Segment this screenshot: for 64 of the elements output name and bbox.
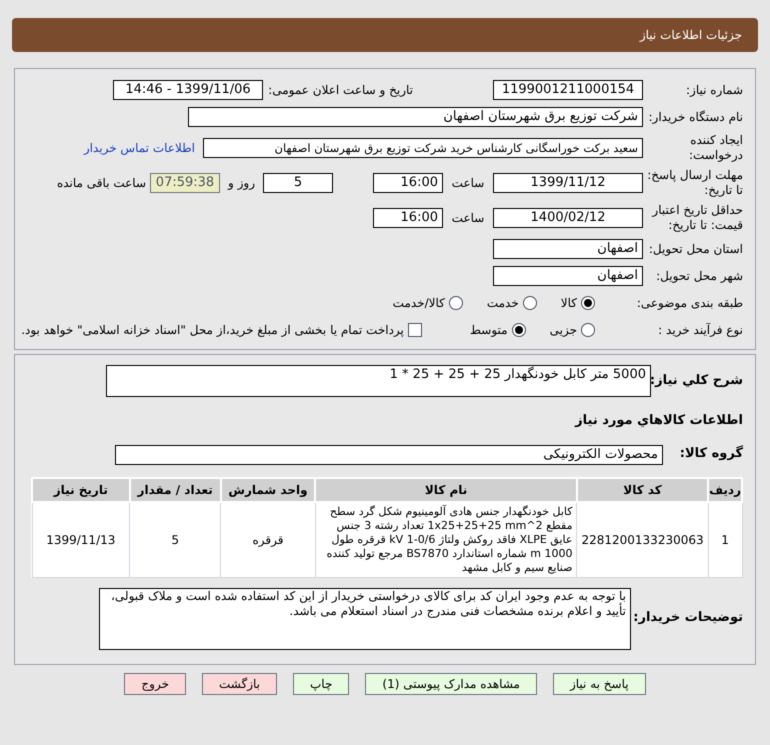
time-label: ساعت [450, 210, 486, 227]
value-field: اصفهان [493, 266, 643, 286]
value-field: 1399/11/12 [493, 173, 643, 193]
section-heading: اطلاعات کالاهاي مورد نياز [574, 412, 743, 430]
column-header: نام کالا [315, 478, 577, 502]
table-cell: 5 [130, 502, 221, 577]
radio-button[interactable] [448, 296, 463, 310]
column-header: واحد شمارش [220, 478, 316, 502]
column-header: ردیف [708, 478, 742, 502]
field-label: استان محل تحویل: [648, 242, 743, 256]
page-title: جزئیات اطلاعات نیاز [640, 27, 742, 44]
value-field: 16:00 [373, 173, 443, 193]
radio-label: جزیی [550, 322, 577, 339]
field-label: شهر محل تحویل: [655, 268, 743, 284]
radio-button[interactable] [581, 296, 595, 310]
days-label: روز و [226, 175, 256, 192]
table-cell: 2281200133230063 [576, 502, 708, 577]
checkbox-label: پرداخت تمام یا بخشی از مبلغ خرید،از محل "اسناد خزانه اسلامی" خواهد بود. [21, 322, 404, 339]
field-label: ایجاد کننده درخواست: [688, 133, 743, 163]
checkbox[interactable] [408, 323, 422, 337]
field-label: نام دستگاه خریدار: [648, 110, 743, 124]
radio-button[interactable] [581, 323, 595, 337]
value-field: شرکت توزیع برق شهرستان اصفهان [188, 107, 643, 127]
value-field: 1399/11/06 - 14:46 [113, 80, 263, 100]
value-field: 5 [263, 173, 333, 193]
column-header: تاریخ نیاز [32, 478, 130, 502]
action-button[interactable]: پاسخ به نیاز [552, 672, 646, 694]
radio-label: کالا [560, 295, 577, 312]
field-label: نوع فرآیند خرید : [657, 322, 743, 338]
field-label: شماره نیاز: [685, 82, 743, 98]
action-button[interactable]: بازگشت [202, 672, 277, 694]
table-cell: 1 [708, 502, 742, 577]
value-field: اصفهان [493, 239, 643, 259]
column-header: کد کالا [576, 478, 708, 502]
field-label: مهلت ارسال پاسخ: تا تاریخ: [646, 168, 743, 198]
radio-label: خدمت [486, 295, 519, 312]
action-button[interactable]: چاپ [293, 672, 350, 694]
field-label: توضیحات خریدار: [632, 610, 743, 627]
radio-button[interactable] [512, 323, 526, 337]
value-field: 1199001211000154 [493, 80, 643, 100]
field-label: تاریخ و ساعت اعلان عمومی: [267, 82, 413, 98]
radio-button[interactable] [522, 296, 537, 310]
description-field: 5000 متر کابل خودنگهدار 25 + 25 + 25 * 1 [106, 365, 651, 397]
column-header: تعداد / مقدار [130, 478, 221, 502]
table-cell: کابل خودنگهدار جنس هادی آلومینیوم شکل گرد سطح مقطع 2^1x25+25+25 mm تعداد رشته 3 جنس عایق XLPE فاقد روکش ولتاژ 0/6-1 kV قرقره طول 1000 m شماره استاندارد BS7870 مرجع تولید کننده صنایع سیم و کابل مشهد [315, 502, 577, 577]
field-label: حداقل تاریخ اعتبار قیمت: تا تاریخ: [650, 203, 743, 233]
field-label: گروه کالا: [678, 446, 743, 463]
field-label: شرح کلي نياز: [651, 372, 743, 390]
remaining-timer: 07:59:38 [150, 173, 220, 193]
radio-label: کالا/خدمت [392, 295, 445, 312]
value-field: محصولات الکترونیکی [115, 444, 663, 464]
radio-label: متوسط [470, 322, 508, 339]
table-cell: قرقره [220, 502, 316, 577]
table-cell: 1399/11/13 [32, 502, 130, 577]
field-label: طبقه بندی موضوعی: [636, 296, 743, 310]
action-button[interactable]: خروج [124, 672, 186, 694]
value-field: 1400/02/12 [493, 208, 643, 228]
remaining-label: ساعت باقی مانده [56, 175, 147, 192]
action-button[interactable]: مشاهده مدارک پیوستی (1) [365, 672, 537, 694]
notes-field: با توجه به عدم وجود ایران کد برای کالای درخواستی خریدار از این کد استفاده شده است و ملاک قبولی، تأیید و اعلام برنده مشخصات فنی مندرج در اسناد استعلام می باشد. [99, 588, 631, 650]
value-field: سعید برکت خوراسگانی کارشناس خرید شرکت توزیع برق شهرستان اصفهان [203, 138, 643, 158]
time-label: ساعت [450, 175, 486, 192]
buyer-contact-link[interactable]: اطلاعات تماس خریدار [84, 139, 195, 157]
value-field: 16:00 [373, 208, 443, 228]
